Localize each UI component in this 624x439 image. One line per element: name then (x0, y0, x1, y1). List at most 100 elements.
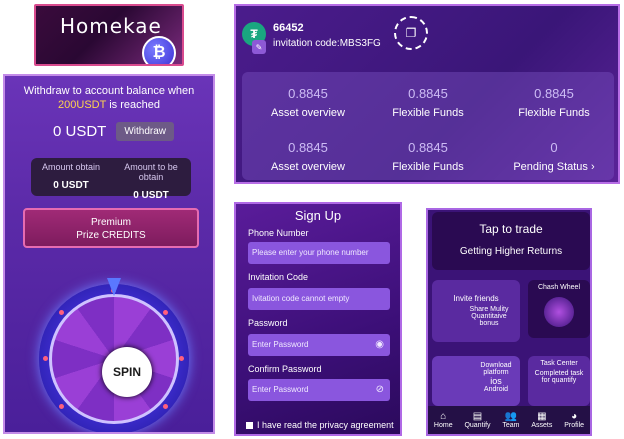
tab-assets[interactable]: ▦ Assets (531, 411, 552, 429)
edit-icon[interactable]: ✎ (252, 40, 266, 54)
amount-obtain-value: 0 USDT (53, 180, 89, 191)
tab-label: Team (502, 422, 520, 429)
stat-value: 0.8845 (534, 86, 574, 101)
confirm-password-label: Confirm Password (248, 364, 322, 374)
stat-value: 0.8845 (408, 140, 448, 155)
password-input[interactable]: Enter Password ◉ (248, 334, 390, 356)
download-ios[interactable]: ios (472, 376, 520, 386)
stat-label: Flexible Funds (392, 161, 464, 173)
chevron-right-icon: › (591, 161, 595, 173)
task-title: Task Center (540, 360, 578, 367)
password-placeholder: Enter Password (252, 340, 309, 349)
amount-obtain: Amount obtain 0 USDT (31, 162, 111, 191)
team-icon: 👥 (504, 411, 518, 422)
wheel-light (163, 310, 168, 315)
tab-label: Home (433, 422, 453, 429)
stat-label: Flexible Funds (518, 107, 590, 119)
amount-to-obtain-label: Amount to be obtain (124, 162, 178, 182)
withdraw-condition-text: Withdraw to account balance when 200USDT… (5, 84, 213, 112)
balance-value: 0 USDT (53, 123, 107, 140)
tab-team[interactable]: 👥 Team (502, 411, 519, 429)
amount-obtain-label: Amount obtain (41, 162, 101, 172)
invite-friends-card[interactable]: Invite friends Share Mulity Quantitaive … (432, 280, 520, 342)
withdraw-line1: Withdraw to account balance when (23, 85, 195, 97)
phone-input[interactable]: Please enter your phone number (248, 242, 390, 264)
quantify-icon: ▤ (472, 411, 483, 422)
prize-credits-label: Prize CREDITS (76, 230, 146, 241)
prize-wheel[interactable]: SPIN (39, 278, 189, 432)
invite-subtitle: Share Mulity Quantitaive bonus (469, 306, 509, 327)
password-label: Password (248, 318, 288, 328)
stat-label: Flexible Funds (392, 107, 464, 119)
eye-off-icon[interactable]: ⊘ (376, 384, 384, 395)
invite-title: Invite friends (453, 294, 499, 303)
withdraw-threshold: 200USDT (58, 99, 107, 111)
cash-wheel-title: Chash Wheel (537, 284, 581, 291)
stat-value: 0.8845 (408, 86, 448, 101)
wheel-light (179, 356, 184, 361)
wheel-light (59, 310, 64, 315)
amount-to-obtain: Amount to be obtain 0 USDT (111, 162, 191, 201)
stat-flexible-funds: 0.8845 Flexible Funds (368, 86, 488, 119)
tap-title: Tap to trade (479, 222, 543, 236)
tab-quantify[interactable]: ▤ Quantify (464, 411, 490, 429)
balance-row: 0 USDT Withdraw (53, 122, 175, 141)
task-subtitle: Completed task for quantify (534, 370, 584, 384)
home-dashboard-panel: Tap to trade Getting Higher Returns Invi… (426, 208, 592, 436)
tab-label: Assets (531, 422, 553, 429)
wheel-light (163, 404, 168, 409)
download-title: Download platform (480, 362, 512, 376)
confirm-password-input[interactable]: Enter Password ⊘ (248, 379, 390, 401)
task-center-card[interactable]: Task Center Completed task for quantify (528, 356, 590, 406)
bottom-tab-bar: ⌂ Home ▤ Quantify 👥 Team ▦ Assets ◕ Prof… (428, 406, 590, 434)
agreement-checkbox[interactable] (246, 421, 253, 429)
profile-icon: ◕ (571, 411, 578, 422)
stat-pending-status[interactable]: 0 Pending Status › (494, 140, 614, 173)
invitation-code: invitation code:MBS3FG (273, 38, 381, 49)
logo-banner: Homekae ₿ (34, 4, 184, 66)
tab-label: Profile (564, 422, 585, 429)
amount-summary: Amount obtain 0 USDT Amount to be obtain… (31, 158, 191, 201)
copy-icon[interactable]: ❐ (394, 16, 428, 50)
withdraw-line2: is reached (109, 99, 160, 111)
cash-wheel-card[interactable]: Chash Wheel (528, 280, 590, 338)
wheel-icon (544, 297, 574, 327)
spin-wheel-panel: Withdraw to account balance when 200USDT… (3, 74, 215, 434)
download-platform-card[interactable]: Download platform ios Android (432, 356, 520, 406)
stat-value: 0.8845 (288, 140, 328, 155)
phone-label: Phone Number (248, 228, 309, 238)
eye-icon[interactable]: ◉ (375, 339, 384, 350)
tab-profile[interactable]: ◕ Profile (564, 411, 584, 429)
home-icon: ⌂ (440, 411, 447, 422)
tap-subtitle: Getting Higher Returns (459, 246, 563, 257)
stat-asset-overview: 0.8845 Asset overview (248, 140, 368, 173)
stats-grid: 0.8845 Asset overview 0.8845 Flexible Fu… (242, 72, 614, 180)
stat-label: Asset overview (271, 107, 345, 119)
stat-value: 0 (550, 140, 558, 155)
invite-code-input[interactable]: Ivitation code cannot empty (248, 288, 390, 310)
withdraw-button[interactable]: Withdraw (116, 122, 175, 141)
amount-to-obtain-value: 0 USDT (133, 190, 169, 201)
stat-label: Asset overview (271, 161, 345, 173)
user-id: 66452 (273, 22, 304, 34)
stat-flexible-funds: 0.8845 Flexible Funds (494, 86, 614, 119)
tap-to-trade-card[interactable]: Tap to trade Getting Higher Returns (432, 212, 590, 270)
assets-icon: ▦ (537, 411, 547, 422)
wheel-light (59, 404, 64, 409)
brand-name: Homekae (60, 14, 162, 38)
confirm-password-placeholder: Enter Password (252, 385, 309, 394)
stat-value: 0.8845 (288, 86, 328, 101)
stat-asset-overview: 0.8845 Asset overview (248, 86, 368, 119)
agreement-text: I have read the privacy agreement (257, 420, 394, 430)
spin-button[interactable]: SPIN (102, 347, 152, 397)
signup-panel: Sign Up Phone Number Please enter your p… (234, 202, 402, 436)
signup-title: Sign Up (294, 208, 342, 223)
tab-label: Quantify (464, 422, 491, 429)
account-overview-panel: ₮ ✎ 66452 invitation code:MBS3FG ❐ 0.884… (234, 4, 620, 184)
wheel-light (43, 356, 48, 361)
tab-home[interactable]: ⌂ Home (434, 411, 453, 429)
download-android[interactable]: Android (472, 386, 520, 393)
premium-prize-credits-button[interactable]: Premium Prize CREDITS (23, 208, 199, 248)
stat-label: Pending Status (513, 161, 588, 173)
privacy-agreement[interactable]: I have read the privacy agreement (246, 420, 394, 430)
